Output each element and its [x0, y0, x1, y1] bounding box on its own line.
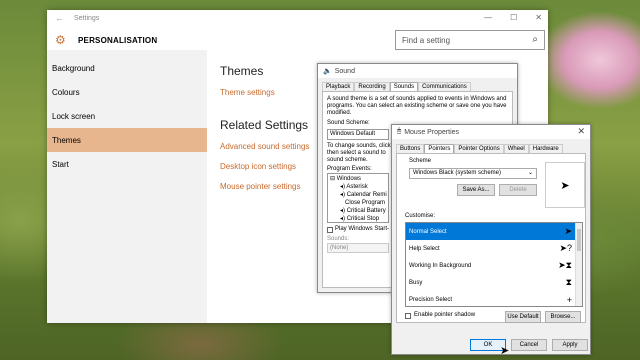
- sidebar-item-colours[interactable]: Colours: [47, 80, 207, 104]
- close-icon[interactable]: ✕: [577, 126, 585, 137]
- gear-icon: ⚙: [55, 33, 66, 47]
- list-item[interactable]: Close Program: [330, 199, 386, 207]
- mouse-pointer-settings-link[interactable]: Mouse pointer settings: [220, 182, 301, 191]
- back-arrow-icon[interactable]: ←: [55, 13, 64, 23]
- settings-titlebar: ← Settings: [47, 10, 548, 26]
- list-item[interactable]: Help Select ➤?: [406, 240, 582, 257]
- minimize-icon[interactable]: —: [484, 13, 492, 22]
- pointer-shadow-checkbox[interactable]: Enable pointer shadow: [405, 312, 475, 319]
- customise-label: Customise:: [405, 213, 436, 219]
- list-item[interactable]: Working In Background ➤⧗: [406, 257, 582, 274]
- sidebar-item-start[interactable]: Start: [47, 152, 207, 176]
- sidebar-item-background[interactable]: Background: [47, 56, 207, 80]
- list-item[interactable]: ◂) Calendar Remi: [330, 191, 387, 199]
- list-item[interactable]: Precision Select +: [406, 291, 582, 306]
- sound-tabs: Playback Recording Sounds Communications: [318, 82, 517, 91]
- tab-communications[interactable]: Communications: [418, 82, 471, 91]
- chevron-down-icon: ⌄: [527, 170, 533, 176]
- sound-description: A sound theme is a set of sounds applied…: [327, 96, 507, 116]
- search-icon[interactable]: ⌕: [532, 34, 538, 45]
- arrow-pointer-icon: ➤: [564, 226, 572, 236]
- tab-pointers[interactable]: Pointers: [424, 144, 455, 153]
- tab-sounds[interactable]: Sounds: [389, 82, 419, 91]
- delete-button[interactable]: Delete: [499, 184, 537, 196]
- checkbox-box[interactable]: [405, 312, 411, 319]
- speaker-icon: 🔈: [323, 68, 332, 75]
- list-item[interactable]: Normal Select ➤: [406, 223, 582, 240]
- mouse-icon: 🖱: [397, 128, 402, 135]
- arrow-pointer-icon: ➤: [560, 179, 570, 192]
- mouse-tabs: Buttons Pointers Pointer Options Wheel H…: [392, 144, 590, 153]
- save-as-button[interactable]: Save As...: [457, 184, 495, 196]
- sidebar-item-themes[interactable]: Themes: [47, 128, 207, 152]
- sound-scheme-select[interactable]: Windows Default: [327, 129, 389, 140]
- program-events-list[interactable]: ⊟ Windows ◂) Asterisk ◂) Calendar Remi C…: [327, 173, 389, 223]
- cancel-button[interactable]: Cancel: [511, 339, 547, 351]
- page-title: PERSONALISATION: [78, 35, 158, 45]
- apply-button[interactable]: Apply: [552, 339, 588, 351]
- advanced-sound-settings-link[interactable]: Advanced sound settings: [220, 142, 309, 151]
- pointer-scheme-select[interactable]: Windows Black (system scheme) ⌄: [409, 168, 537, 179]
- tab-buttons[interactable]: Buttons: [396, 144, 425, 153]
- crosshair-pointer-icon: +: [566, 294, 572, 305]
- mouse-properties-dialog: 🖱 Mouse Properties ✕ Buttons Pointers Po…: [391, 124, 591, 355]
- mouse-title: Mouse Properties: [404, 128, 460, 136]
- window-controls: — ☐ ✕: [484, 13, 542, 22]
- list-item[interactable]: ⊟ Windows: [330, 175, 386, 183]
- busy-arrow-pointer-icon: ➤⧗: [558, 260, 572, 270]
- window-title: Settings: [74, 14, 100, 22]
- hourglass-pointer-icon: ⧗: [565, 277, 572, 287]
- sidebar: Background Colours Lock screen Themes St…: [47, 50, 207, 323]
- tab-wheel[interactable]: Wheel: [503, 144, 529, 153]
- sidebar-item-lock-screen[interactable]: Lock screen: [47, 104, 207, 128]
- related-settings-heading: Related Settings: [220, 118, 309, 132]
- theme-settings-link[interactable]: Theme settings: [220, 88, 275, 97]
- pointer-preview: ➤: [545, 162, 585, 208]
- pointers-panel: Scheme Windows Black (system scheme) ⌄ S…: [396, 153, 586, 323]
- sound-titlebar: 🔈 Sound: [318, 64, 517, 78]
- desktop-icon-settings-link[interactable]: Desktop icon settings: [220, 162, 296, 171]
- scheme-label: Scheme: [409, 158, 432, 164]
- search-input[interactable]: Find a setting ⌕: [395, 30, 545, 50]
- mouse-cursor-icon: ➤: [500, 345, 510, 357]
- sounds-select[interactable]: (None): [327, 243, 389, 253]
- search-placeholder: Find a setting: [402, 35, 451, 45]
- tab-pointer-options[interactable]: Pointer Options: [454, 144, 504, 153]
- pointer-list[interactable]: Normal Select ➤ Help Select ➤? Working In …: [405, 222, 583, 307]
- close-icon[interactable]: ✕: [535, 13, 542, 22]
- list-item[interactable]: ◂) Asterisk: [330, 183, 386, 191]
- scrollbar-thumb[interactable]: [577, 229, 581, 251]
- tab-recording[interactable]: Recording: [354, 82, 390, 91]
- list-item[interactable]: ◂) Critical Stop: [330, 215, 386, 222]
- mouse-titlebar: 🖱 Mouse Properties ✕: [392, 125, 590, 139]
- use-default-button[interactable]: Use Default: [505, 311, 541, 323]
- help-pointer-icon: ➤?: [559, 243, 572, 253]
- list-item[interactable]: Busy ⧗: [406, 274, 582, 291]
- list-item[interactable]: ◂) Critical Battery: [330, 207, 386, 215]
- scrollbar[interactable]: [575, 223, 582, 306]
- tab-hardware[interactable]: Hardware: [528, 144, 563, 153]
- checkbox-box[interactable]: [327, 226, 333, 233]
- browse-button[interactable]: Browse...: [545, 311, 581, 323]
- tab-playback[interactable]: Playback: [322, 82, 355, 91]
- maximize-icon[interactable]: ☐: [510, 13, 517, 22]
- themes-heading: Themes: [220, 64, 264, 78]
- sound-title: Sound: [334, 67, 355, 75]
